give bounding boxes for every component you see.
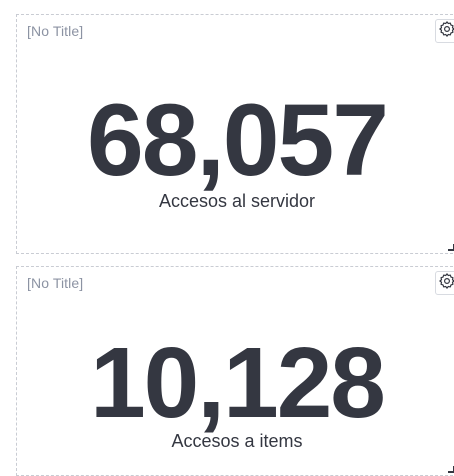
resize-handle[interactable] [448, 244, 454, 251]
metric-panel-item-accesses: [No Title] 10,128 Accesos a items [16, 266, 454, 476]
metric-panel-server-accesses: [No Title] 68,057 Accesos al servidor [16, 14, 454, 254]
panel-title: [No Title] [27, 275, 84, 291]
gear-icon [438, 20, 454, 43]
panel-options-button[interactable] [435, 19, 454, 43]
gear-icon [438, 272, 454, 295]
metric-label: Accesos a items [171, 431, 303, 451]
panel-title: [No Title] [27, 23, 84, 39]
panel-options-button[interactable] [435, 271, 454, 295]
resize-handle[interactable] [448, 466, 454, 473]
metric-value: 68,057 [87, 83, 389, 197]
metric-label: Accesos al servidor [158, 191, 316, 211]
metric-value: 10,128 [90, 327, 386, 439]
